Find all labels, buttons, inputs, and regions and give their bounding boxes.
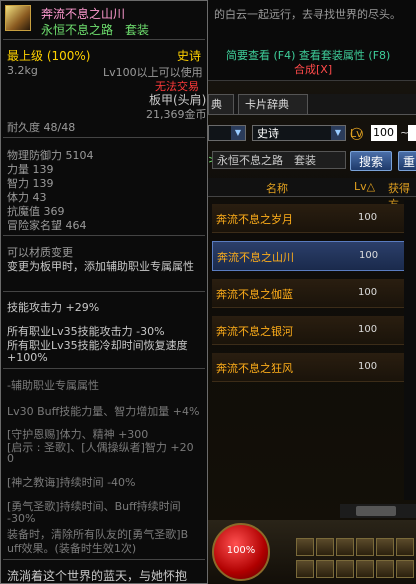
reset-button[interactable]: 重 xyxy=(398,151,416,171)
max-level: 最上级 (100%) xyxy=(7,49,91,63)
rarity-select[interactable]: 史诗 ▼ xyxy=(252,125,346,141)
tab-dictionary[interactable]: 典 xyxy=(208,94,234,114)
item-level: 100 xyxy=(359,250,379,261)
level-label: Lv xyxy=(350,127,363,140)
item-tooltip: 奔流不息之山川 永恒不息之路 套装 最上级 (100%) 史诗 3.2kg Lv… xyxy=(0,0,208,584)
support-line: Lv30 Buff技能力量、智力增加量 +4% xyxy=(7,405,200,418)
chevron-down-icon: ▼ xyxy=(231,126,245,140)
support-line: 0 xyxy=(7,452,14,465)
price: 21,369金币 xyxy=(146,108,207,121)
note-line: 变更为板甲时，添加辅助职业专属属性 xyxy=(7,260,194,273)
hp-value: 100% xyxy=(226,545,256,556)
item-set-name: 永恒不息之路 套装 xyxy=(41,23,150,37)
support-line: uff效果。(装备时生效1次) xyxy=(7,542,137,555)
skill-slot[interactable] xyxy=(336,560,354,578)
divider xyxy=(3,39,205,40)
skill-slot[interactable] xyxy=(376,560,394,578)
support-line: -30% xyxy=(7,512,36,525)
item-name: 奔流不息之狂风 xyxy=(216,362,293,375)
horizontal-scrollbar[interactable] xyxy=(340,504,416,518)
item-story: 流淌着这个世界的蓝天，与她怀抱 xyxy=(7,569,188,583)
item-name: 奔流不息之伽蓝 xyxy=(216,288,293,301)
skill-slot[interactable] xyxy=(316,560,334,578)
divider xyxy=(3,235,205,236)
item-name: 奔流不息之山川 xyxy=(217,251,294,264)
support-line: [启示 : 圣歌]、[人偶操纵者]智力 +20 xyxy=(7,441,194,454)
skill-slot[interactable] xyxy=(356,538,374,556)
level-max-input[interactable] xyxy=(408,125,416,141)
skill-slot[interactable] xyxy=(336,538,354,556)
item-crown-icon xyxy=(5,5,31,31)
item-name: 奔流不息之岁月 xyxy=(216,213,293,226)
chevron-down-icon: ▼ xyxy=(331,126,345,140)
result-row-selected[interactable]: 奔流不息之山川 100 xyxy=(212,241,416,271)
divider xyxy=(3,137,205,138)
divider xyxy=(3,291,205,292)
item-level: 100 xyxy=(358,212,378,223)
weight: 3.2kg xyxy=(7,64,38,77)
skill-slot[interactable] xyxy=(396,538,414,556)
dictionary-tabs: 典 卡片辞典 xyxy=(208,94,416,115)
result-row[interactable]: 奔流不息之银河 100 xyxy=(212,316,416,345)
skill-slot[interactable] xyxy=(356,560,374,578)
synthesize-link[interactable]: 合成[X] xyxy=(294,61,332,77)
item-name: 奔流不息之银河 xyxy=(216,325,293,338)
level-min-input[interactable]: 100 xyxy=(371,125,397,141)
item-description-panel: 的白云一起远行，去寻找世界的尽头。 简要查看 (F4) 查看套装属性 (F8) … xyxy=(208,0,416,81)
item-level: 100 xyxy=(358,287,378,298)
skill-slot[interactable] xyxy=(296,560,314,578)
durability: 耐久度 48/48 xyxy=(7,121,76,134)
result-row[interactable]: 奔流不息之岁月 100 xyxy=(212,204,416,233)
panel-story-text: 的白云一起远行，去寻找世界的尽头。 xyxy=(214,8,401,21)
set-name-field[interactable]: 永恒不息之路 套装 xyxy=(212,151,346,169)
support-line: [神之教诲]持续时间 -40% xyxy=(7,476,136,489)
all-jobs-line: +100% xyxy=(7,351,48,364)
item-name: 奔流不息之山川 xyxy=(41,7,126,21)
scroll-thumb[interactable] xyxy=(356,506,396,516)
support-title: -辅助职业专属属性 xyxy=(7,379,99,392)
skill-slot[interactable] xyxy=(396,560,414,578)
result-row[interactable]: 奔流不息之狂风 100 xyxy=(212,353,416,382)
results-scrollbar[interactable] xyxy=(404,200,416,500)
skill-slot[interactable] xyxy=(376,538,394,556)
col-level[interactable]: Lv△ xyxy=(354,180,375,193)
skill-attack: 技能攻击力 +29% xyxy=(7,301,100,314)
rarity: 史诗 xyxy=(177,49,202,63)
results-header: 名称 Lv△ 获得方 xyxy=(208,178,416,211)
result-row[interactable]: 奔流不息之伽蓝 100 xyxy=(212,279,416,308)
hp-orb: 100% xyxy=(212,523,270,581)
divider xyxy=(3,368,205,369)
skill-slot[interactable] xyxy=(316,538,334,556)
category-select[interactable]: ▼ xyxy=(208,125,246,141)
col-name[interactable]: 名称 xyxy=(266,180,288,196)
stat-line: 冒险家名望 464 xyxy=(7,219,87,232)
divider xyxy=(3,559,205,560)
skill-slot[interactable] xyxy=(296,538,314,556)
item-level: 100 xyxy=(358,361,378,372)
search-button[interactable]: 搜索 xyxy=(350,151,392,171)
item-level: 100 xyxy=(358,324,378,335)
tab-card-dictionary[interactable]: 卡片辞典 xyxy=(238,94,308,114)
